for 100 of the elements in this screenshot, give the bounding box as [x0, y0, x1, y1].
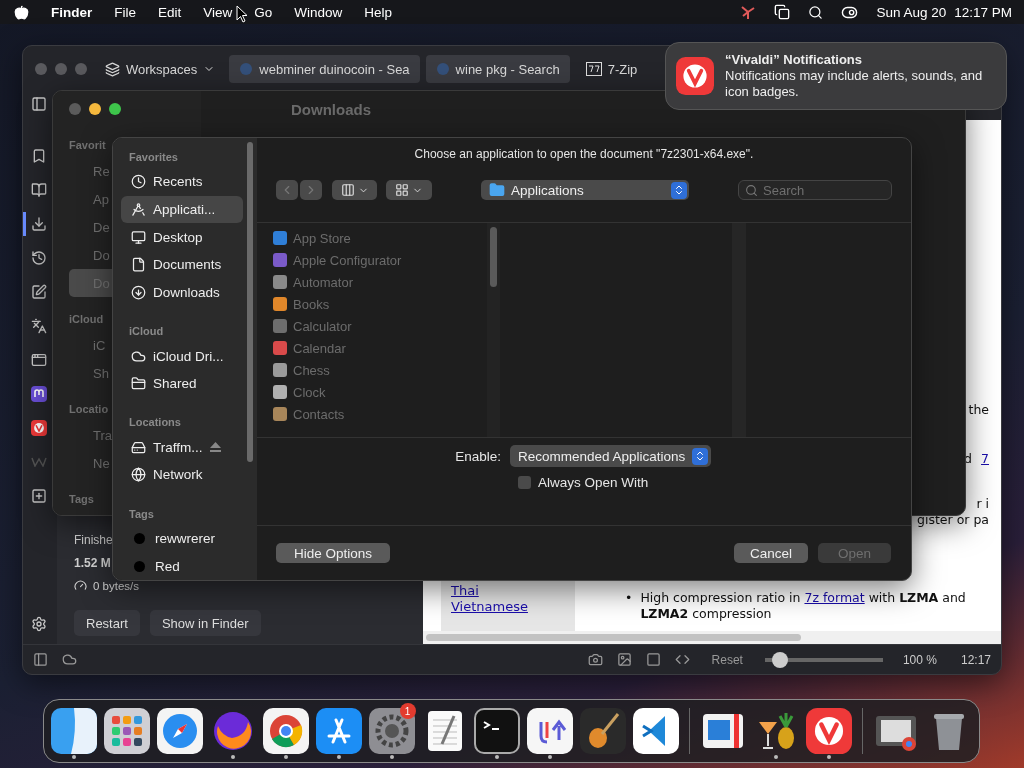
sidebar-heading: Locatio: [69, 402, 109, 417]
browser-tab[interactable]: 7-Zip: [575, 55, 648, 83]
camera-icon[interactable]: [587, 652, 603, 667]
sidebar-heading: iCloud: [128, 324, 165, 340]
always-open-checkbox[interactable]: Always Open With: [510, 475, 649, 490]
pointer-icon: [236, 5, 248, 23]
enable-popup[interactable]: Recommended Applications: [510, 445, 711, 467]
sidebar-item[interactable]: rewwrerer: [121, 524, 243, 553]
fan-icon[interactable]: [740, 4, 757, 20]
sidebar-item[interactable]: Network: [121, 461, 243, 489]
grid-icon[interactable]: [103, 708, 150, 754]
vertical-scrollbar[interactable]: [487, 223, 500, 437]
menu-item[interactable]: Go: [254, 4, 273, 20]
download-action-button[interactable]: Restart: [74, 610, 140, 636]
cloud-icon[interactable]: [62, 652, 77, 667]
notification-title: “Vivaldi” Notifications: [725, 52, 862, 68]
sidebar-item[interactable]: Desktop: [121, 223, 243, 251]
sidebar-item[interactable]: Recents: [121, 167, 243, 196]
sidebar-item[interactable]: Downloads: [121, 278, 243, 307]
globe-dot-icon: [435, 62, 450, 76]
hide-options-button[interactable]: Hide Options: [276, 543, 391, 563]
menubar-date[interactable]: Sun Aug 20: [876, 4, 947, 20]
sidebar-item[interactable]: iCloud Dri...: [121, 342, 243, 370]
download-icon: [31, 216, 47, 232]
reset-link[interactable]: Reset: [711, 652, 743, 667]
split-square-icon[interactable]: [50, 708, 97, 754]
language-link[interactable]: Thai: [451, 583, 479, 599]
apple-icon[interactable]: [14, 4, 29, 20]
download-action-button[interactable]: Show in Finder: [149, 610, 261, 636]
page-link[interactable]: 7: [981, 451, 989, 467]
minimize-button[interactable]: [89, 103, 101, 115]
download-circle-icon: [131, 285, 146, 300]
clock-icon: [131, 174, 146, 190]
translate-icon: [31, 318, 47, 334]
sidebar-label: Desktop: [153, 229, 203, 245]
zoom-button[interactable]: [109, 103, 121, 115]
language-link[interactable]: Vietnamese: [451, 599, 528, 615]
format-link[interactable]: 7z format: [804, 590, 865, 605]
folder-icon: [131, 376, 146, 392]
workspaces-button[interactable]: Workspaces: [103, 61, 224, 77]
sidebar-label: Shared: [153, 376, 197, 392]
search-icon[interactable]: [808, 4, 824, 20]
feature-text: High compression ratio in 7z format with LZMA and LZMA2 compression: [640, 590, 967, 622]
forward-button[interactable]: [300, 180, 322, 200]
note-icon: [31, 284, 47, 300]
eject-icon[interactable]: [209, 442, 221, 453]
page-text: the: [968, 402, 989, 418]
history-icon: [31, 250, 47, 266]
sidebar-item[interactable]: Red: [121, 552, 243, 580]
sidebar-item[interactable]: Traffm...: [121, 433, 243, 462]
sidebar-heading: iCloud: [69, 312, 104, 327]
v-logo-icon: [676, 57, 714, 95]
notification-toast[interactable]: “Vivaldi” Notifications Notifications may include alerts, sounds, and icon badges.: [665, 42, 1007, 110]
v-logo-icon[interactable]: [806, 708, 853, 754]
book-icon: [31, 182, 47, 198]
slider-thumb[interactable]: [772, 651, 789, 668]
sidebar-item[interactable]: Documents: [121, 250, 243, 279]
display-icon: [131, 229, 146, 245]
document-icon: [131, 257, 146, 273]
tools-icon[interactable]: [315, 708, 362, 754]
scrollbar-thumb[interactable]: [247, 142, 253, 462]
layers-icon: [105, 61, 120, 77]
back-button[interactable]: [276, 180, 298, 200]
guitar-icon[interactable]: [580, 708, 627, 754]
sidebar-item[interactable]: Shared: [121, 369, 243, 398]
app-menu[interactable]: Finder: [51, 4, 93, 20]
menu-item[interactable]: File: [114, 4, 137, 20]
menu-item[interactable]: Edit: [158, 4, 182, 20]
cancel-button[interactable]: Cancel: [733, 543, 808, 563]
menu-item[interactable]: Help: [364, 4, 393, 20]
add-icon: [31, 488, 47, 504]
location-popup[interactable]: Applications: [481, 180, 689, 200]
browser-tab[interactable]: wine pkg - Search: [425, 55, 570, 83]
panel-icon[interactable]: [33, 652, 48, 667]
group-button[interactable]: [386, 180, 432, 200]
download-size: 1.52 M: [74, 556, 111, 570]
sidebar-item[interactable]: Applicati...: [121, 195, 243, 224]
menu-item[interactable]: Window: [294, 4, 343, 20]
window-icon: [31, 352, 47, 368]
search-icon: [745, 184, 758, 197]
globe-icon: [131, 467, 146, 483]
page-text: r i: [976, 496, 989, 512]
gear-icon[interactable]: [368, 708, 415, 754]
drafting-compass-icon: [131, 201, 146, 217]
search-field[interactable]: Search: [738, 180, 892, 200]
compass-icon[interactable]: [156, 708, 203, 754]
sidebar-label: Red: [155, 558, 180, 574]
terminal-icon[interactable]: [474, 708, 521, 754]
sidebar-label: Network: [153, 467, 203, 483]
browser-tab[interactable]: webminer duinocoin - Sea: [229, 55, 420, 83]
globe-dot-icon: [239, 62, 254, 76]
view-mode-button[interactable]: [332, 180, 377, 200]
menubar-time[interactable]: 12:17 PM: [954, 4, 1012, 20]
sidebar-heading: Locations: [128, 415, 182, 431]
windows-icon[interactable]: [774, 4, 791, 20]
image-icon[interactable]: [616, 652, 632, 667]
horizontal-scrollbar[interactable]: [423, 631, 1001, 644]
menu-item[interactable]: View: [203, 4, 233, 20]
arrows-icon[interactable]: [527, 708, 574, 754]
code-icon[interactable]: [633, 708, 680, 754]
